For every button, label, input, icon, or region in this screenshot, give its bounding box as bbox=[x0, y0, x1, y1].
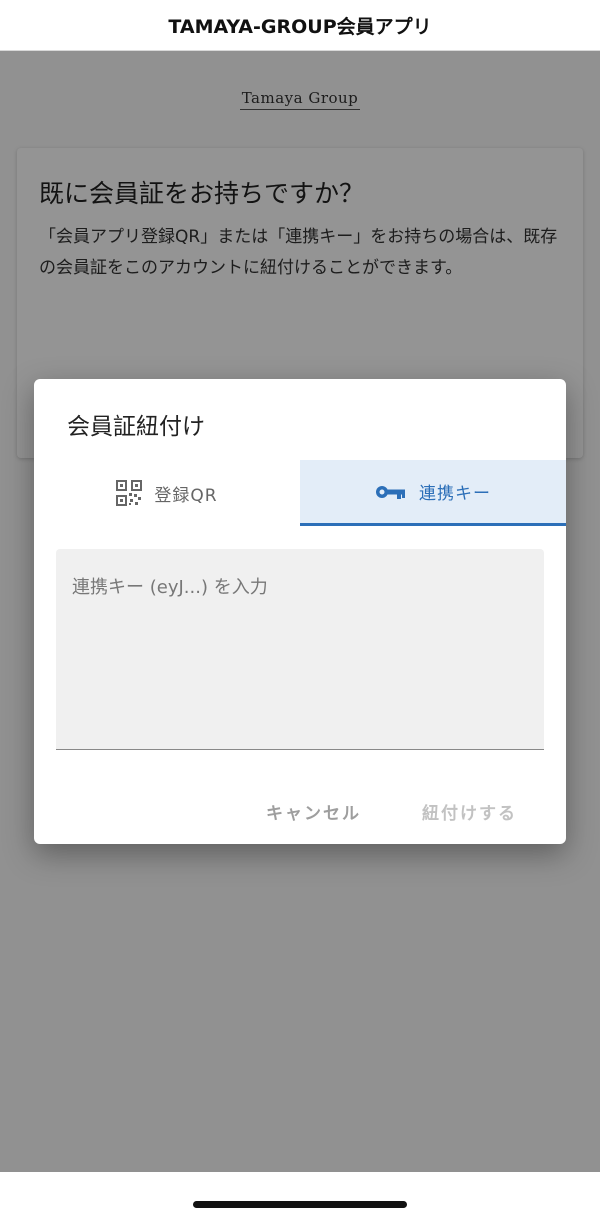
dialog-actions: キャンセル 紐付けする bbox=[34, 789, 566, 829]
bottom-safe-area bbox=[0, 1172, 600, 1220]
app-screen: TAMAYA-GROUP会員アプリ Tamaya Group 既に会員証をお持ち… bbox=[0, 0, 600, 1220]
qr-code-icon bbox=[116, 480, 143, 506]
cancel-button[interactable]: キャンセル bbox=[260, 795, 367, 828]
app-title-bar: TAMAYA-GROUP会員アプリ bbox=[0, 0, 600, 51]
dialog-tabs: 登録QR 連携キー bbox=[34, 460, 566, 526]
link-key-field bbox=[56, 549, 544, 750]
link-membership-dialog: 会員証紐付け 登録QR 連携キー 連携キー (eyJ...) を入力 キャンセル… bbox=[34, 379, 566, 844]
home-indicator[interactable] bbox=[193, 1201, 407, 1208]
link-key-input[interactable] bbox=[56, 549, 544, 749]
link-button[interactable]: 紐付けする bbox=[416, 795, 523, 828]
tab-registration-qr[interactable]: 登録QR bbox=[34, 460, 300, 526]
dialog-title: 会員証紐付け bbox=[67, 414, 205, 440]
tab-link-key[interactable]: 連携キー bbox=[300, 460, 566, 526]
tab-link-key-label: 連携キー bbox=[419, 484, 491, 504]
key-icon bbox=[375, 483, 407, 501]
tab-registration-qr-label: 登録QR bbox=[154, 485, 218, 506]
app-title: TAMAYA-GROUP会員アプリ bbox=[168, 15, 432, 38]
